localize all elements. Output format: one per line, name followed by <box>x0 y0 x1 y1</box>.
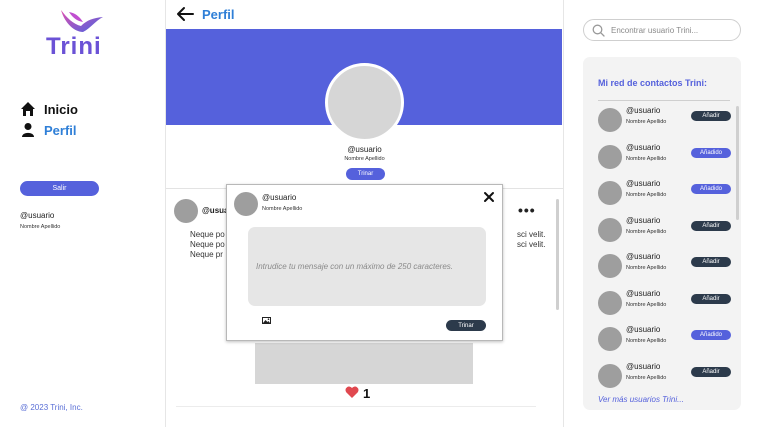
ellipsis-icon[interactable]: ••• <box>518 202 536 218</box>
search-icon <box>592 24 605 42</box>
logout-button[interactable]: Salir <box>20 181 99 196</box>
added-button[interactable]: Añadido <box>691 330 731 340</box>
contact-handle: @usuario <box>626 252 661 261</box>
avatar <box>598 254 622 278</box>
added-button[interactable]: Añadido <box>691 147 731 158</box>
post-text-line: sci velit. <box>517 240 546 249</box>
avatar <box>598 363 622 388</box>
more-users-link[interactable]: Ver más usuarios Trini... <box>598 395 684 404</box>
contacts-panel: Mi red de contactos Trini: @usuario Nombr… <box>583 57 741 410</box>
profile-header: Perfil <box>166 0 563 29</box>
copyright-text: @ 2023 Trini, Inc. <box>20 403 83 412</box>
post-image <box>255 343 473 384</box>
image-icon[interactable] <box>262 311 271 329</box>
scrollbar[interactable] <box>736 106 739 220</box>
left-sidebar: Trini Inicio Perfil Salir @usuario Nombr… <box>0 0 166 427</box>
post-text-line: Neque po <box>190 230 225 239</box>
nav-label-inicio: Inicio <box>44 101 78 117</box>
right-sidebar: Encontrar usuario Trini... Mi red de con… <box>563 0 761 427</box>
post-text-line: sci velit. <box>517 230 546 239</box>
contact-handle: @usuario <box>626 288 661 298</box>
contact-item[interactable]: @usuario Nombre Apellido Añadido <box>598 325 733 355</box>
post-author-handle: @usua <box>202 206 229 215</box>
user-icon <box>20 122 36 138</box>
add-button[interactable]: Añadir <box>691 366 731 377</box>
post-text-line: Neque pr <box>190 250 223 259</box>
contact-name: Nombre Apellido <box>626 192 667 198</box>
contact-name: Nombre Apellido <box>626 228 667 235</box>
contact-item[interactable]: @usuario Nombre Apellido Añadir <box>598 289 733 319</box>
submit-trino-button[interactable]: Trinar <box>446 320 486 331</box>
contact-name: Nombre Apellido <box>626 155 667 162</box>
arrow-left-icon[interactable] <box>175 6 195 27</box>
like-button[interactable]: 1 <box>345 386 370 401</box>
current-user-handle: @usuario <box>20 211 55 220</box>
avatar <box>598 144 622 169</box>
add-button[interactable]: Añadir <box>691 111 731 121</box>
scrollbar[interactable] <box>556 199 559 310</box>
avatar <box>598 290 622 315</box>
modal-avatar <box>234 192 258 216</box>
divider <box>176 406 536 407</box>
contact-item[interactable]: @usuario Nombre Apellido Añadido <box>598 179 733 209</box>
contact-name: Nombre Apellido <box>626 119 667 125</box>
contact-item[interactable]: @usuario Nombre Apellido Añadir <box>598 252 733 282</box>
add-button[interactable]: Añadir <box>691 257 731 267</box>
avatar <box>598 108 622 132</box>
contact-name: Nombre Apellido <box>626 338 667 344</box>
contact-item[interactable]: @usuario Nombre Apellido Añadir <box>598 106 733 136</box>
message-placeholder: Intrudice tu mensaje con un máximo de 25… <box>256 262 453 271</box>
add-button[interactable]: Añadir <box>691 220 731 231</box>
current-user-name: Nombre Apellido <box>20 224 61 230</box>
contact-handle: @usuario <box>626 179 661 188</box>
contact-handle: @usuario <box>626 215 661 225</box>
search-input[interactable]: Encontrar usuario Trini... <box>583 19 741 41</box>
search-placeholder: Encontrar usuario Trini... <box>611 26 699 35</box>
post-text-line: Neque po <box>190 240 225 249</box>
nav-label-perfil: Perfil <box>44 122 77 138</box>
contacts-title: Mi red de contactos Trini: <box>598 78 708 88</box>
contact-name: Nombre Apellido <box>626 301 667 308</box>
contact-name: Nombre Apellido <box>626 374 667 381</box>
avatar <box>598 181 622 205</box>
contact-name: Nombre Apellido <box>626 265 667 271</box>
contact-item[interactable]: @usuario Nombre Apellido Añadido <box>598 143 733 173</box>
profile-handle: @usuario <box>347 145 382 154</box>
brand-logo[interactable]: Trini <box>46 33 102 61</box>
contact-handle: @usuario <box>626 106 661 115</box>
home-icon <box>20 101 36 117</box>
profile-full-name: Nombre Apellido <box>344 156 385 162</box>
contact-handle: @usuario <box>626 361 661 371</box>
new-trino-modal: @usuario Nombre Apellido Intrudice tu me… <box>226 184 503 341</box>
heart-icon <box>345 386 359 401</box>
divider <box>598 100 730 101</box>
avatar <box>598 327 622 351</box>
added-button[interactable]: Añadido <box>691 184 731 194</box>
nav-item-inicio[interactable]: Inicio <box>20 101 78 117</box>
nav-item-perfil[interactable]: Perfil <box>20 122 77 138</box>
post-avatar <box>174 199 198 223</box>
modal-author-handle: @usuario <box>262 193 297 202</box>
modal-author-name: Nombre Apellido <box>262 206 303 212</box>
profile-avatar <box>325 63 404 142</box>
like-count: 1 <box>363 386 371 401</box>
avatar <box>598 217 622 242</box>
trinar-button[interactable]: Trinar <box>346 168 385 180</box>
contact-item[interactable]: @usuario Nombre Apellido Añadir <box>598 362 733 392</box>
page-title: Perfil <box>202 7 235 22</box>
add-button[interactable]: Añadir <box>691 293 731 304</box>
contact-handle: @usuario <box>626 325 661 334</box>
contact-item[interactable]: @usuario Nombre Apellido Añadir <box>598 216 733 246</box>
close-icon[interactable] <box>483 191 495 206</box>
contact-handle: @usuario <box>626 142 661 152</box>
